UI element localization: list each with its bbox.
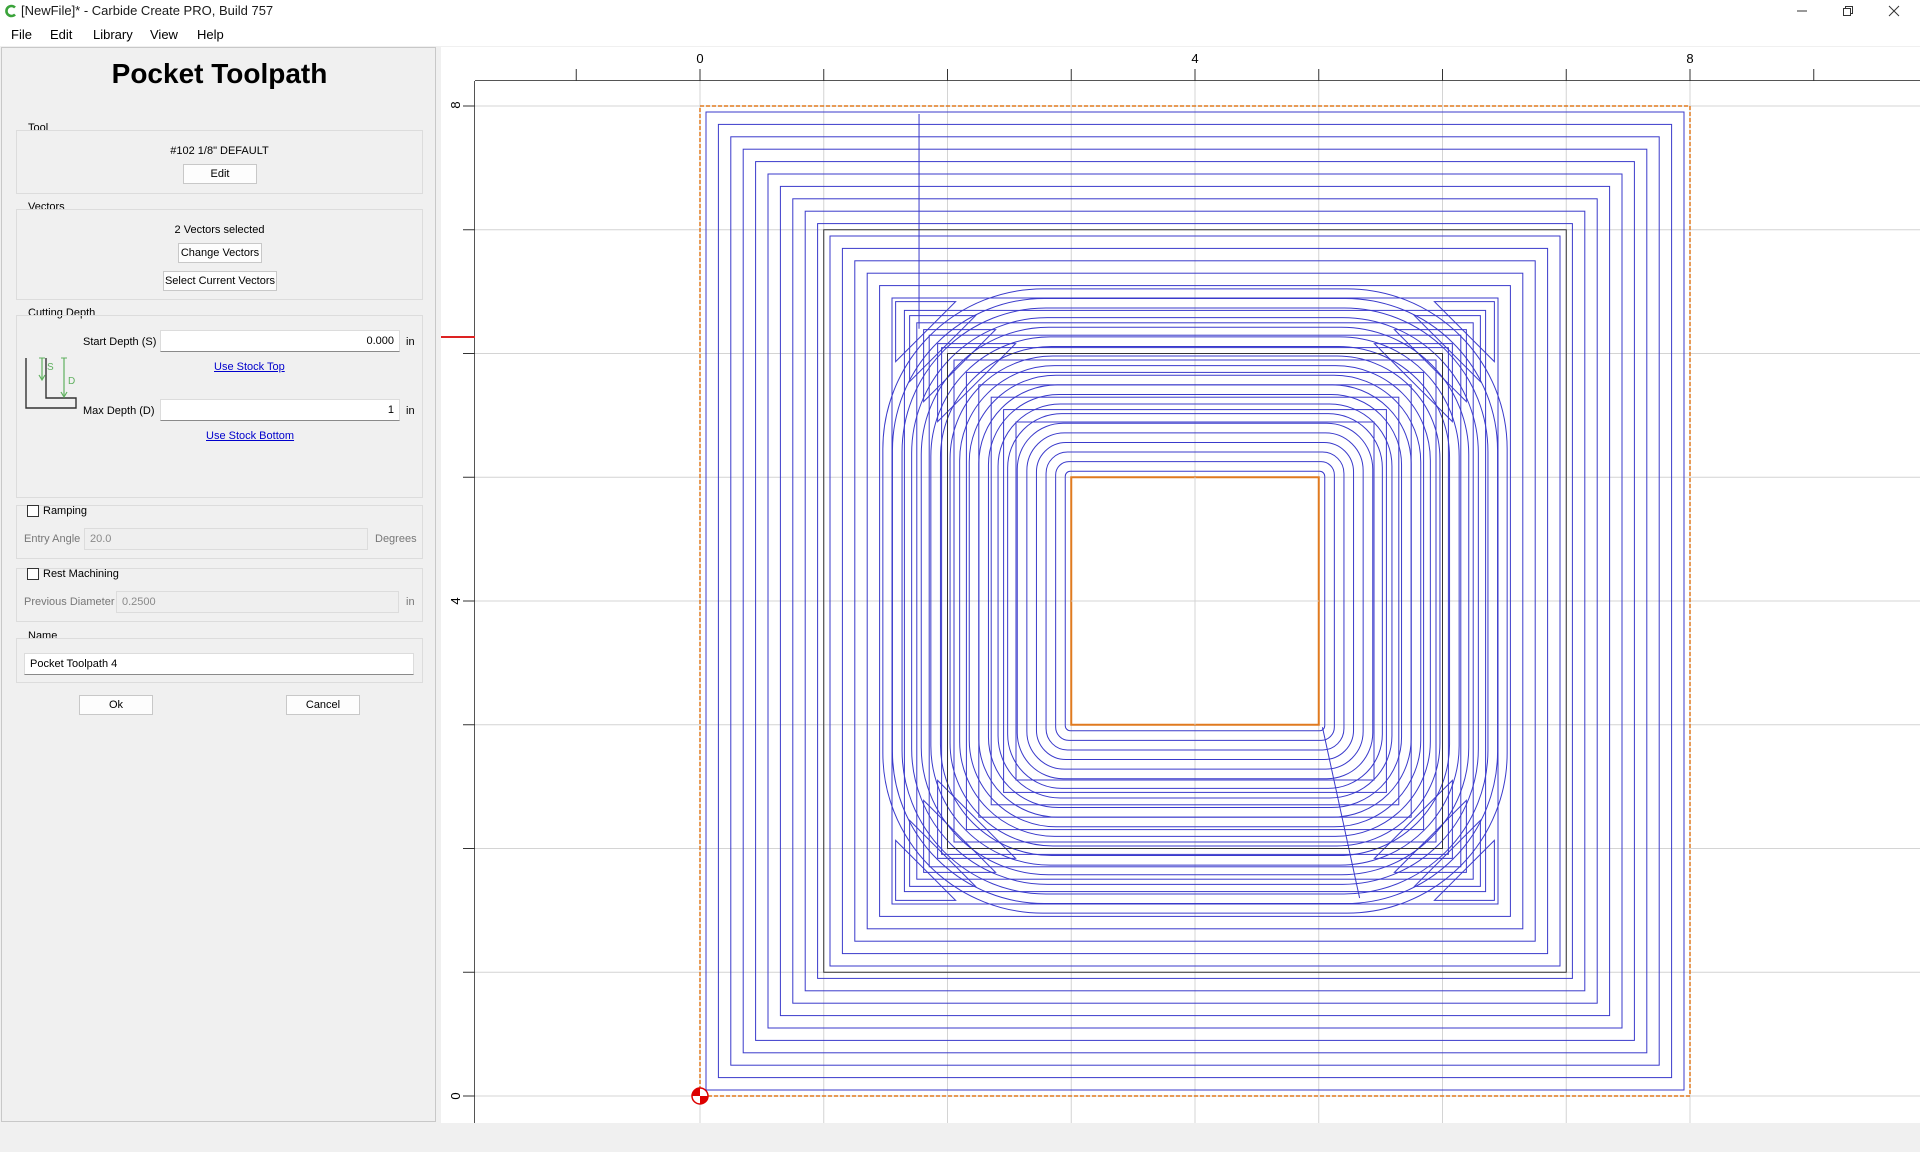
close-button[interactable] bbox=[1871, 0, 1917, 22]
change-vectors-button[interactable]: Change Vectors bbox=[178, 243, 262, 263]
previous-diameter-label: Previous Diameter bbox=[24, 596, 115, 608]
minimize-button[interactable] bbox=[1779, 0, 1825, 22]
select-current-vectors-button[interactable]: Select Current Vectors bbox=[163, 271, 277, 291]
rest-machining-checkbox[interactable] bbox=[27, 568, 39, 580]
design-canvas[interactable]: 0 4 8 8 4 0 bbox=[441, 47, 1920, 1123]
ruler-left bbox=[441, 47, 475, 1123]
entry-angle-input[interactable]: 20.0 bbox=[84, 528, 368, 550]
diagram-d-label: D bbox=[68, 376, 75, 387]
ok-button[interactable]: Ok bbox=[79, 695, 153, 715]
start-depth-label: Start Depth (S) bbox=[83, 336, 157, 348]
canvas-svg[interactable]: 0 4 8 8 4 0 bbox=[441, 47, 1920, 1123]
ruler-top-label-4: 4 bbox=[1191, 51, 1198, 66]
close-icon bbox=[1888, 5, 1900, 17]
ruler-corner bbox=[441, 47, 475, 81]
diagram-s-label: S bbox=[47, 362, 54, 373]
start-depth-unit: in bbox=[406, 336, 415, 348]
restore-button[interactable] bbox=[1825, 0, 1871, 22]
ruler-top bbox=[441, 47, 1920, 81]
ruler-top-label-8: 8 bbox=[1686, 51, 1693, 66]
status-strip bbox=[0, 1124, 1920, 1152]
rest-machining-label: Rest Machining bbox=[43, 568, 119, 580]
pocket-toolpath-panel: Pocket Toolpath Tool #102 1/8" DEFAULT E… bbox=[1, 47, 436, 1122]
tool-name: #102 1/8" DEFAULT bbox=[170, 145, 269, 157]
menu-edit[interactable]: Edit bbox=[50, 27, 72, 42]
menu-help[interactable]: Help bbox=[197, 27, 224, 42]
menu-library[interactable]: Library bbox=[93, 27, 133, 42]
max-depth-input[interactable]: 1 bbox=[160, 399, 400, 421]
ruler-top-label-0: 0 bbox=[696, 51, 703, 66]
ruler-left-label-8: 8 bbox=[448, 101, 463, 108]
cancel-button[interactable]: Cancel bbox=[286, 695, 360, 715]
panel-title: Pocket Toolpath bbox=[111, 58, 328, 89]
toolpath-name-input[interactable]: Pocket Toolpath 4 bbox=[24, 653, 414, 675]
ruler-left-label-4: 4 bbox=[448, 597, 463, 604]
ramping-label: Ramping bbox=[43, 505, 88, 517]
previous-diameter-unit: in bbox=[406, 596, 415, 608]
start-depth-input[interactable]: 0.000 bbox=[160, 330, 400, 352]
origin-icon bbox=[691, 1087, 709, 1105]
vectors-status: 2 Vectors selected bbox=[174, 224, 265, 236]
minimize-icon bbox=[1797, 10, 1807, 12]
previous-diameter-input[interactable]: 0.2500 bbox=[116, 591, 399, 613]
depth-diagram-icon: S D bbox=[25, 357, 77, 409]
use-stock-bottom-link[interactable]: Use Stock Bottom bbox=[206, 430, 294, 442]
max-depth-unit: in bbox=[406, 405, 415, 417]
menu-view[interactable]: View bbox=[150, 27, 178, 42]
entry-angle-unit: Degrees bbox=[375, 533, 417, 545]
max-depth-label: Max Depth (D) bbox=[83, 405, 155, 417]
use-stock-top-link[interactable]: Use Stock Top bbox=[214, 361, 285, 373]
window-title: [NewFile]* - Carbide Create PRO, Build 7… bbox=[21, 3, 274, 18]
ruler-left-label-0: 0 bbox=[448, 1092, 463, 1099]
tool-group bbox=[16, 130, 423, 194]
carbide-logo-icon bbox=[5, 4, 16, 18]
edit-tool-button[interactable]: Edit bbox=[183, 164, 257, 184]
menu-file[interactable]: File bbox=[11, 27, 32, 42]
ramping-checkbox[interactable] bbox=[27, 505, 39, 517]
entry-angle-label: Entry Angle bbox=[24, 533, 81, 545]
menu-bar: File Edit Library View Help bbox=[0, 22, 1920, 46]
title-bar: [NewFile]* - Carbide Create PRO, Build 7… bbox=[0, 0, 1920, 22]
restore-icon bbox=[1843, 6, 1853, 16]
